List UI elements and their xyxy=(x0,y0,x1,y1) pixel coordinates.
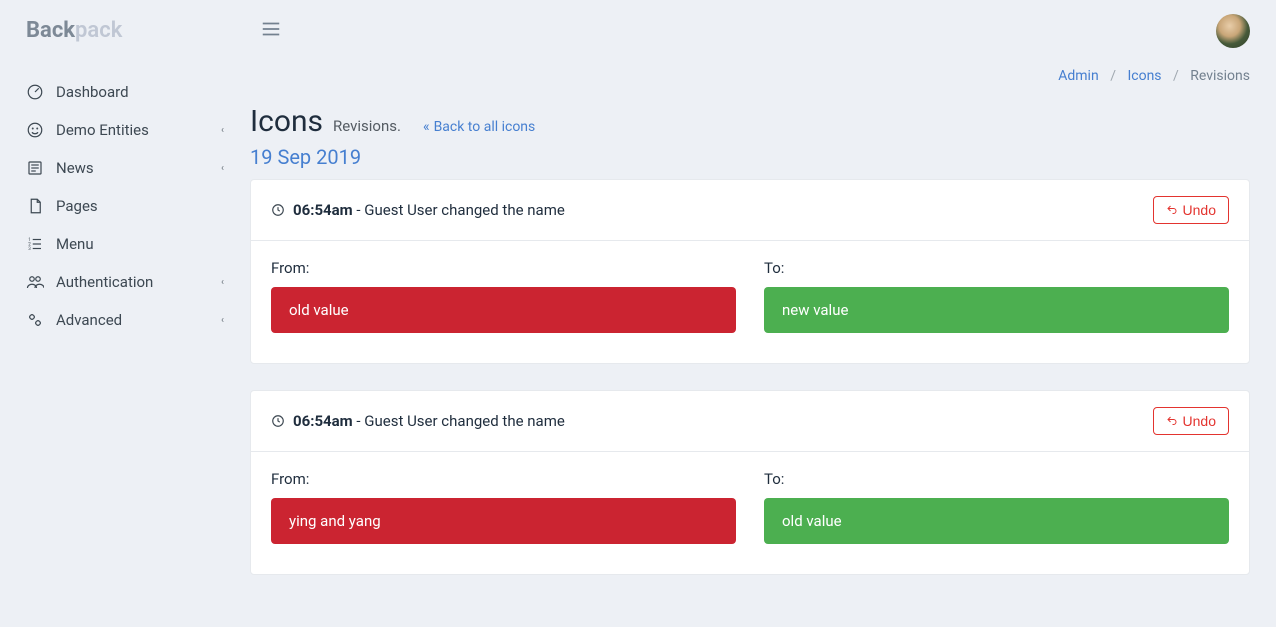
breadcrumb-separator: / xyxy=(1110,68,1116,84)
chevron-left-icon: ‹ xyxy=(221,125,224,136)
revision-card: 06:54am - Guest User changed the name Un… xyxy=(250,179,1250,364)
undo-icon xyxy=(1166,415,1178,427)
page-subtitle: Revisions. xyxy=(333,117,401,135)
undo-button[interactable]: Undo xyxy=(1153,196,1229,224)
cogs-icon xyxy=(26,311,44,329)
sidebar-item-label: Menu xyxy=(56,235,94,253)
sidebar-item-label: Advanced xyxy=(56,311,122,329)
from-value: ying and yang xyxy=(271,498,736,544)
chevron-left-icon: ‹ xyxy=(221,163,224,174)
sidebar-item-menu[interactable]: 123 Menu xyxy=(0,225,250,263)
sidebar-item-news[interactable]: News ‹ xyxy=(0,149,250,187)
brand-logo[interactable]: Backpack xyxy=(0,18,250,73)
to-label: To: xyxy=(764,259,1229,277)
from-label: From: xyxy=(271,470,736,488)
smile-icon xyxy=(26,121,44,139)
revision-time: 06:54am xyxy=(293,412,353,430)
sidebar-item-demo-entities[interactable]: Demo Entities ‹ xyxy=(0,111,250,149)
users-icon xyxy=(26,273,44,291)
sidebar-item-label: Dashboard xyxy=(56,83,129,101)
page-title: Icons xyxy=(250,104,323,139)
revision-description: - Guest User changed the name xyxy=(353,201,565,219)
speedometer-icon xyxy=(26,83,44,101)
clock-icon xyxy=(271,414,285,428)
sidebar-item-label: Authentication xyxy=(56,273,153,291)
back-to-all-link[interactable]: « Back to all icons xyxy=(423,119,535,135)
sidebar-item-label: Demo Entities xyxy=(56,121,149,139)
undo-icon xyxy=(1166,204,1178,216)
toggle-sidebar-button[interactable] xyxy=(260,18,282,44)
undo-button[interactable]: Undo xyxy=(1153,407,1229,435)
sidebar-item-pages[interactable]: Pages xyxy=(0,187,250,225)
file-icon xyxy=(26,197,44,215)
sidebar-item-advanced[interactable]: Advanced ‹ xyxy=(0,301,250,339)
sidebar-item-dashboard[interactable]: Dashboard xyxy=(0,73,250,111)
from-label: From: xyxy=(271,259,736,277)
revision-time: 06:54am xyxy=(293,201,353,219)
to-label: To: xyxy=(764,470,1229,488)
chevron-left-icon: ‹ xyxy=(221,277,224,288)
breadcrumb-icons[interactable]: Icons xyxy=(1127,68,1161,84)
chevron-left-icon: ‹ xyxy=(221,315,224,326)
to-value: old value xyxy=(764,498,1229,544)
revision-date: 19 Sep 2019 xyxy=(250,145,1250,169)
newspaper-icon xyxy=(26,159,44,177)
from-value: old value xyxy=(271,287,736,333)
chevron-double-left-icon: « xyxy=(423,119,430,135)
clock-icon xyxy=(271,203,285,217)
sidebar-item-label: News xyxy=(56,159,94,177)
revision-card: 06:54am - Guest User changed the name Un… xyxy=(250,390,1250,575)
list-numbered-icon: 123 xyxy=(26,235,44,253)
breadcrumb-current: Revisions xyxy=(1190,68,1250,84)
sidebar-item-label: Pages xyxy=(56,197,98,215)
to-value: new value xyxy=(764,287,1229,333)
breadcrumb-admin[interactable]: Admin xyxy=(1058,68,1098,84)
breadcrumb: Admin / Icons / Revisions xyxy=(250,58,1276,104)
user-avatar[interactable] xyxy=(1216,14,1250,48)
revision-description: - Guest User changed the name xyxy=(353,412,565,430)
svg-text:3: 3 xyxy=(28,246,31,252)
sidebar-item-authentication[interactable]: Authentication ‹ xyxy=(0,263,250,301)
breadcrumb-separator: / xyxy=(1173,68,1179,84)
